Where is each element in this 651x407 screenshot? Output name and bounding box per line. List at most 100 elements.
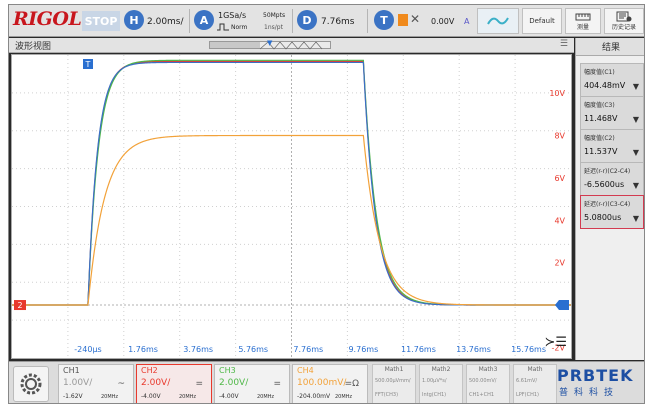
measure-button[interactable]: 测量 (565, 8, 601, 34)
channel-scale: 1.00V/ (63, 378, 93, 388)
channel-2-box[interactable]: CH2 2.00V/ = -4.00V 20MHz (136, 364, 212, 403)
measurement-card[interactable]: 延迟(r-r)(C3-C4) 5.0800us ▼ (580, 195, 644, 229)
x-tick-label: 3.76ms (183, 345, 213, 354)
channel-scale: 100.00mV/ (297, 378, 347, 388)
channel-bandwidth: 20MHz (335, 394, 353, 400)
channel-offset: -4.00V (219, 393, 239, 400)
acquisition-mode: Norm (231, 24, 248, 31)
measurement-card[interactable]: 幅度值(C1) 404.48mV ▼ (580, 63, 644, 97)
measurement-value: -6.5600us (584, 180, 625, 189)
chevron-down-icon[interactable]: ▼ (633, 148, 639, 157)
oscilloscope-screen: RIGOL STOP H 2.00ms/ A 1GSa/s Norm 50Mpt… (8, 4, 645, 404)
channel-bandwidth: 20MHz (257, 394, 275, 400)
measurement-value: 11.537V (584, 147, 618, 156)
brand-chinese-name: 普科科技 (559, 388, 620, 398)
channel-4-box[interactable]: CH4 100.00mV/=Ω -204.00mV 20MHz (292, 364, 368, 403)
trigger-button[interactable]: T (374, 10, 394, 30)
history-icon (616, 11, 632, 22)
auto-button[interactable] (477, 8, 519, 34)
divider (292, 9, 293, 33)
bottom-channel-bar: CH1 1.00V/ ~ -1.62V 20MHz CH2 2.00V/ = -4.00V 20M… (9, 361, 644, 403)
acquire-button[interactable]: A (194, 10, 214, 30)
brand-watermark: PRBTEK 普科科技 (557, 366, 643, 403)
math-4-box[interactable]: Math 6.61mV/LPF(CH1) (513, 364, 557, 403)
math-source: CH1+CH1 (469, 392, 495, 398)
channel-name: CH4 (297, 366, 314, 375)
trigger-level: 0.00V (431, 17, 455, 26)
x-tick-label: 7.76ms (293, 345, 323, 354)
horizontal-button[interactable]: H (124, 10, 144, 30)
channel-scale: 2.00V/ (141, 378, 171, 388)
brand-name: PRBTEK (557, 366, 634, 385)
channel-2-marker[interactable]: 2 (14, 300, 26, 311)
delay-button[interactable]: D (297, 10, 317, 30)
x-tick-label: 9.76ms (348, 345, 378, 354)
math-2-box[interactable]: Math2 1.00μV*s/Intg(CH1) (419, 364, 463, 403)
trigger-marker[interactable]: T (83, 59, 94, 69)
chevron-down-icon[interactable]: ▼ (633, 214, 639, 223)
channel-bandwidth: 20MHz (179, 394, 197, 400)
math-name: Math3 (478, 366, 498, 373)
channel-3-box[interactable]: CH3 2.00V/ = -4.00V 20MHz (214, 364, 290, 403)
channel-name: CH3 (219, 366, 236, 375)
math-3-box[interactable]: Math3 500.00mV/CH1+CH1 (466, 364, 510, 403)
measurement-label: 延迟(r-r)(C3-C4) (584, 201, 631, 208)
history-button[interactable]: 历史记录 (604, 8, 644, 34)
measurement-label: 幅度值(C2) (584, 135, 615, 142)
chevron-down-icon[interactable]: ▼ (633, 115, 639, 124)
x-tick-label: -240μs (74, 345, 101, 354)
math-scale: 6.61mV/ (516, 378, 538, 384)
waveform-canvas: 10V8V6V4V2V-2V-240μs 1.76ms 3.76ms 5.76ms 7.… (12, 55, 571, 358)
math-scale: 500.00mV/ (469, 378, 497, 384)
measurement-label: 幅度值(C1) (584, 69, 615, 76)
measurement-card[interactable]: 幅度值(C3) 11.468V ▼ (580, 96, 644, 130)
math-scale: 1.00μV*s/ (422, 378, 447, 384)
expand-menu-icon[interactable]: ≻☰ (544, 335, 567, 350)
delay-value: 7.76ms (321, 17, 355, 27)
waveform-title: 波形视图 (15, 42, 52, 52)
measurement-card[interactable]: 幅度值(C2) 11.537V ▼ (580, 129, 644, 163)
default-button[interactable]: Default (522, 8, 562, 34)
sample-rate: 1GSa/s (218, 11, 247, 20)
math-source: LPF(CH1) (516, 392, 540, 398)
measurement-value: 11.468V (584, 114, 618, 123)
channel-bandwidth: 20MHz (101, 394, 119, 400)
divider (189, 9, 190, 33)
measure-label: 测量 (576, 23, 589, 31)
chevron-down-icon[interactable]: ▼ (633, 181, 639, 190)
history-label: 历史记录 (611, 24, 636, 31)
pulse-icon (217, 23, 229, 31)
y-tick-label: 8V (554, 132, 565, 141)
default-label: Default (529, 17, 555, 25)
math-name: Math2 (431, 366, 451, 373)
navigation-button[interactable] (13, 366, 49, 402)
waveform-plot[interactable]: 10V 8V 6V 4V 2V -2V -240μs 1.76ms 3.76ms 5.76ms 7.… (11, 54, 572, 359)
waveform-titlebar: 波形视图 ▼ ☰ (9, 38, 574, 53)
coupling-icon: = (273, 379, 281, 389)
measurement-label: 延迟(r-r)(C2-C4) (584, 168, 631, 175)
math-source: FFT(CH3) (375, 392, 399, 398)
gear-icon (20, 373, 42, 395)
coupling-icon: ~ (117, 379, 125, 389)
x-tick-label: 11.76ms (401, 345, 436, 354)
measurement-card[interactable]: 延迟(r-r)(C2-C4) -6.5600us ▼ (580, 162, 644, 196)
top-status-bar: RIGOL STOP H 2.00ms/ A 1GSa/s Norm 50Mpt… (9, 5, 644, 37)
channel-1-box[interactable]: CH1 1.00V/ ~ -1.62V 20MHz (58, 364, 134, 403)
run-stop-status[interactable]: STOP (82, 11, 120, 31)
trigger-source: A (464, 17, 470, 26)
channel-offset: -4.00V (141, 393, 161, 400)
math-name: Math1 (384, 366, 404, 373)
math-1-box[interactable]: Math1 500.00μVmm/FFT(CH3) (372, 364, 416, 403)
results-title: 结果 (576, 38, 644, 56)
chevron-down-icon[interactable]: ▼ (633, 82, 639, 91)
channel-offset: -1.62V (63, 393, 83, 400)
memory-rate: 1ns/pt (264, 24, 283, 31)
channel-name: CH1 (63, 366, 80, 375)
math-name: Math (527, 366, 543, 373)
y-tick-label: 6V (554, 174, 565, 183)
measurement-label: 幅度值(C3) (584, 102, 615, 109)
trigger-close-icon[interactable]: ✕ (410, 12, 420, 26)
auto-wave-icon (487, 17, 509, 25)
trigger-level-marker[interactable] (555, 300, 569, 311)
menu-icon[interactable]: ☰ (560, 39, 568, 49)
